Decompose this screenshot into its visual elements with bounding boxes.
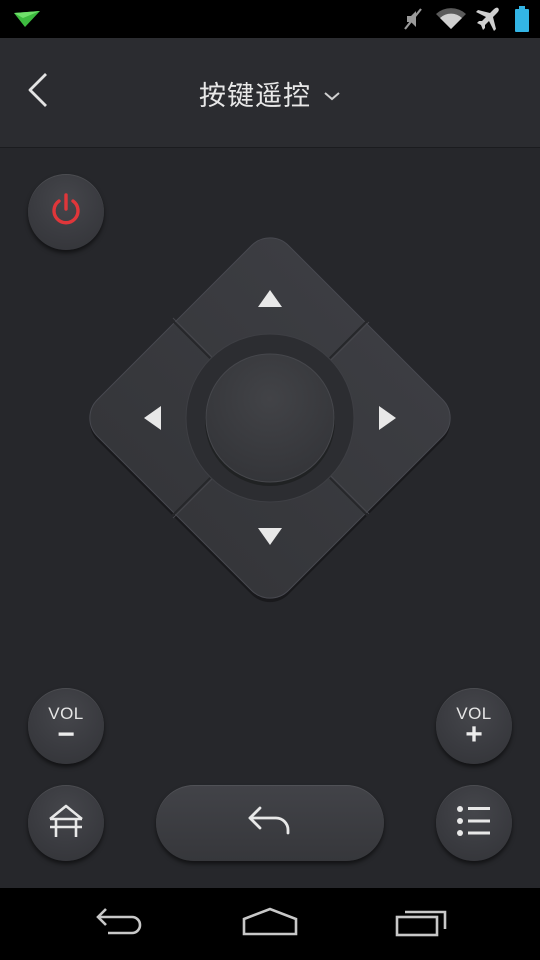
volume-up-button[interactable]: VOL + bbox=[436, 688, 512, 764]
return-button[interactable] bbox=[156, 785, 384, 861]
remote-app: 按键遥控 VOL − VOL + bbox=[0, 38, 540, 888]
nav-back-icon bbox=[94, 907, 146, 941]
system-nav-bar bbox=[0, 888, 540, 960]
minus-sign: − bbox=[57, 717, 75, 751]
notification-paper-plane-icon bbox=[12, 0, 42, 38]
dpad bbox=[80, 228, 460, 608]
return-arrow-icon bbox=[246, 806, 294, 840]
plus-sign: + bbox=[465, 717, 483, 751]
home-icon bbox=[47, 803, 85, 843]
nav-home-button[interactable] bbox=[210, 888, 330, 960]
header: 按键遥控 bbox=[0, 38, 540, 148]
chevron-left-icon bbox=[26, 72, 50, 112]
dpad-up-button[interactable] bbox=[200, 258, 340, 328]
dpad-right-button[interactable] bbox=[360, 348, 430, 488]
power-icon bbox=[49, 192, 83, 232]
volume-down-button[interactable]: VOL − bbox=[28, 688, 104, 764]
home-button[interactable] bbox=[28, 785, 104, 861]
wifi-icon bbox=[434, 0, 468, 38]
back-button[interactable] bbox=[14, 68, 62, 116]
mute-icon bbox=[398, 0, 428, 38]
nav-back-button[interactable] bbox=[60, 888, 180, 960]
nav-recents-button[interactable] bbox=[362, 888, 482, 960]
dpad-left-button[interactable] bbox=[110, 348, 180, 488]
chevron-down-icon bbox=[323, 87, 341, 106]
nav-home-icon bbox=[242, 907, 298, 941]
page-title: 按键遥控 bbox=[199, 80, 311, 112]
ok-button[interactable] bbox=[206, 354, 334, 482]
nav-recents-icon bbox=[395, 907, 449, 941]
title-dropdown[interactable]: 按键遥控 bbox=[0, 38, 540, 148]
status-bar bbox=[0, 0, 540, 38]
menu-button[interactable] bbox=[436, 785, 512, 861]
battery-icon bbox=[510, 0, 534, 38]
menu-list-icon bbox=[456, 804, 492, 842]
airplane-mode-icon bbox=[474, 0, 504, 38]
dpad-down-button[interactable] bbox=[200, 508, 340, 578]
